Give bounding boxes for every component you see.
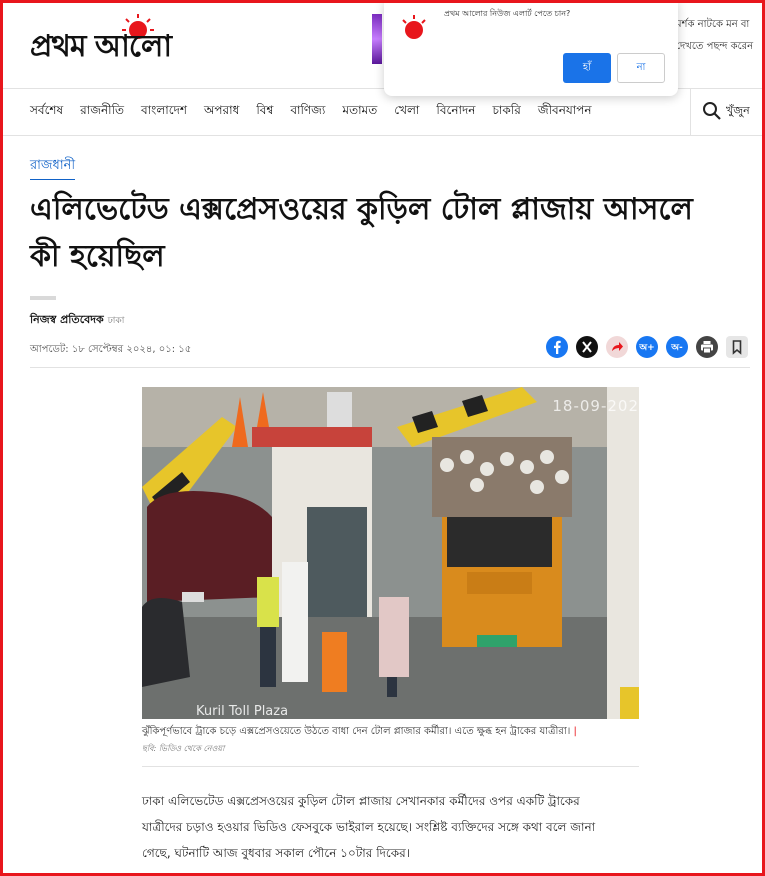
font-increase-button[interactable]: অ+ [636,336,658,358]
nav-item-business[interactable]: বাণিজ্য [290,102,325,122]
x-share-button[interactable] [576,336,598,358]
ad-thumbnail[interactable] [372,14,382,64]
bookmark-button[interactable] [726,336,748,358]
photo-caption: ঝুঁকিপূর্ণভাবে ট্রাকে চড়ে এক্সপ্রেসওয়ে… [142,724,639,741]
article-photo[interactable]: 18-09-202 Kuril Toll Plaza [142,387,639,719]
caption-bar: | [573,726,577,737]
font-increase-icon: অ+ [639,342,655,353]
nav-item-politics[interactable]: রাজনীতি [80,102,124,122]
x-icon [582,341,592,353]
divider-accent [30,296,56,300]
nav-item-bangladesh[interactable]: বাংলাদেশ [141,102,187,122]
news-alert-popup: প্রথম আলোর নিউজ এলার্ট পেতে চান? হাঁ না [384,0,678,96]
author-name[interactable]: নিজস্ব প্রতিবেদক [30,313,104,326]
allow-alerts-button[interactable]: হাঁ [563,53,611,83]
updated-timestamp: আপডেট: ১৮ সেপ্টেম্বর ২০২৪, ০১: ১৫ [30,344,192,355]
font-decrease-button[interactable]: অ- [666,336,688,358]
nav-divider [690,89,691,135]
nav-item-opinion[interactable]: মতামত [342,102,377,122]
popup-message: প্রথম আলোর নিউজ এলার্ট পেতে চান? [444,9,571,18]
forward-share-button[interactable] [606,336,628,358]
site-logo[interactable]: প্রথম আলো [30,10,250,64]
share-toolbar: অ+ অ- [546,336,748,358]
logo-sun-icon [402,15,426,39]
bookmark-icon [732,340,742,355]
caption-text: ঝুঁকিপূর্ণভাবে ট্রাকে চড়ে এক্সপ্রেসওয়ে… [142,726,571,737]
facebook-icon [554,340,561,354]
nav-item-world[interactable]: বিশ্ব [256,102,273,122]
nav-item-sports[interactable]: খেলা [394,102,419,122]
facebook-share-button[interactable] [546,336,568,358]
forward-icon [612,342,623,351]
search-button[interactable]: খুঁজুন [702,101,750,121]
search-icon [703,102,721,120]
header-rule [30,367,750,368]
ticker-line: দেখতে পছন্দ করেন [676,41,754,52]
headline-ticker[interactable]: মর্শক নাটকে মন বা দেখতে পছন্দ করেন [676,14,765,58]
photo-timestamp: 18-09-202 [552,397,639,415]
font-decrease-icon: অ- [671,342,683,353]
ticker-line: মর্শক নাটকে মন বা [676,19,750,30]
photo-credit: ছবি: ভিডিও থেকে নেওয়া [142,744,225,753]
deny-alerts-button[interactable]: না [617,53,665,83]
print-icon [701,341,713,354]
photo-location-label: Kuril Toll Plaza [196,704,289,719]
toll-plaza-photo [142,387,639,719]
print-button[interactable] [696,336,718,358]
section-link[interactable]: রাজধানী [30,156,76,180]
nav-item-crime[interactable]: অপরাধ [204,102,239,122]
author-location: ঢাকা [107,316,125,326]
nav-item-latest[interactable]: সর্বশেষ [30,102,63,122]
nav-item-entertainment[interactable]: বিনোদন [436,102,475,122]
logo-wordmark: প্রথম আলো [30,29,172,64]
byline: নিজস্ব প্রতিবেদক ঢাকা [30,311,124,330]
article-body-paragraph: ঢাকা এলিভেটেড এক্সপ্রেসওয়ের কুড়িল টোল … [142,794,596,860]
nav-item-jobs[interactable]: চাকরি [492,102,520,122]
article-headline: এলিভেটেড এক্সপ্রেসওয়ের কুড়িল টোল প্লাজ… [30,192,693,274]
nav-item-lifestyle[interactable]: জীবনযাপন [538,102,592,122]
caption-rule [142,766,639,767]
search-label: খুঁজুন [726,103,750,117]
